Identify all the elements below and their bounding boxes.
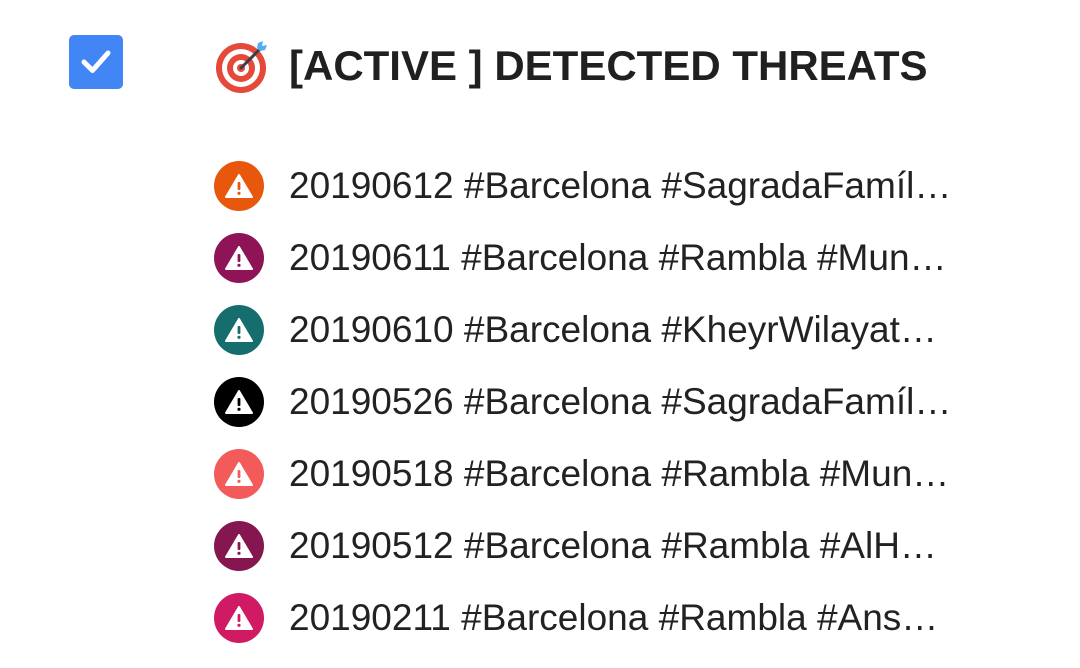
threat-label: 20190211 #Barcelona #Rambla #Ans…: [289, 597, 939, 638]
warning-icon: [214, 305, 264, 355]
warning-icon: [214, 521, 264, 571]
threat-item[interactable]: 20190526 #Barcelona #SagradaFamíl…: [214, 366, 1034, 438]
threat-item[interactable]: 20190518 #Barcelona #Rambla #Mun…: [214, 438, 1034, 510]
section-title: [ACTIVE ] DETECTED THREATS: [289, 42, 928, 89]
threat-label: 20190526 #Barcelona #SagradaFamíl…: [289, 381, 952, 422]
threat-item[interactable]: 20190610 #Barcelona #KheyrWilayat…: [214, 294, 1034, 366]
threat-label: 20190610 #Barcelona #KheyrWilayat…: [289, 309, 937, 350]
threat-item[interactable]: 20190512 #Barcelona #Rambla #AlH…: [214, 510, 1034, 582]
threat-list: 20190612 #Barcelona #SagradaFamíl… 201906…: [214, 150, 1034, 654]
threat-item[interactable]: 20190211 #Barcelona #Rambla #Ans…: [214, 582, 1034, 654]
checkmark-icon: [81, 50, 111, 73]
direct-hit-target-icon: [216, 41, 267, 93]
warning-icon: [214, 593, 264, 643]
warning-icon: [214, 233, 264, 283]
threat-item[interactable]: 20190612 #Barcelona #SagradaFamíl…: [214, 150, 1034, 222]
active-checkbox[interactable]: [69, 35, 123, 89]
threat-label: 20190612 #Barcelona #SagradaFamíl…: [289, 165, 952, 206]
warning-icon: [214, 161, 264, 211]
threat-label: 20190518 #Barcelona #Rambla #Mun…: [289, 453, 950, 494]
threat-item[interactable]: 20190611 #Barcelona #Rambla #Mun…: [214, 222, 1034, 294]
threat-label: 20190512 #Barcelona #Rambla #AlH…: [289, 525, 937, 566]
threats-panel: [ACTIVE ] DETECTED THREATS 20190612 #Bar…: [0, 0, 1080, 668]
threat-label: 20190611 #Barcelona #Rambla #Mun…: [289, 237, 947, 278]
warning-icon: [214, 377, 264, 427]
warning-icon: [214, 449, 264, 499]
